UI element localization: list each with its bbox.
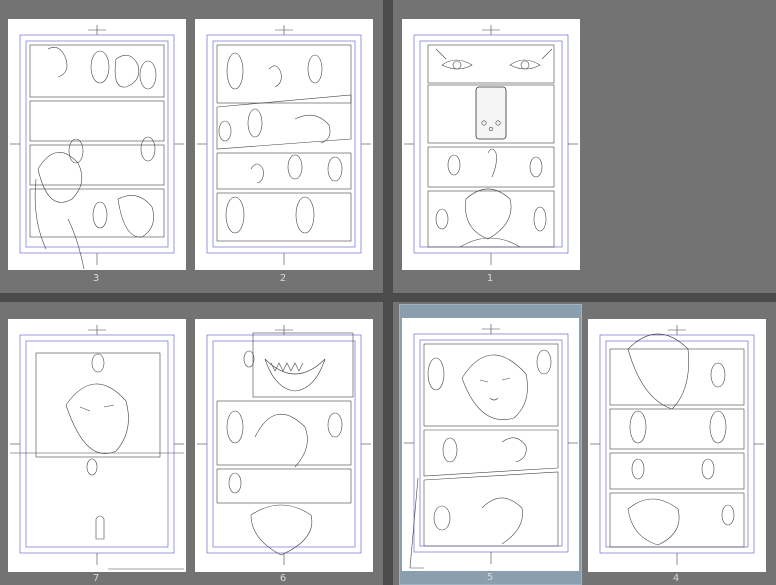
page-thumbnail-4[interactable]: 4: [582, 302, 776, 585]
page-canvas: [195, 19, 373, 270]
page-thumbnail-3[interactable]: 3: [0, 0, 193, 293]
page-sketch: [10, 325, 184, 570]
page-canvas: [588, 319, 766, 572]
page-canvas: [8, 319, 186, 572]
page-thumbnail-5[interactable]: 5: [399, 304, 582, 585]
horizontal-divider: [0, 293, 776, 302]
page-number-label: 5: [486, 572, 494, 583]
page-canvas: [402, 19, 580, 270]
page-number-label: 4: [672, 573, 680, 584]
page-canvas: [8, 19, 186, 270]
page-sketch: [197, 25, 371, 265]
page-thumbnail-1[interactable]: 1: [393, 0, 586, 293]
page-sketch: [404, 324, 578, 569]
page-number-label: 3: [92, 273, 100, 284]
page-sketch: [590, 325, 764, 565]
page-thumbnail-2[interactable]: 2: [188, 0, 383, 293]
page-canvas: [402, 318, 579, 571]
page-manager-window: 3 2 1 7 6 5 4: [0, 0, 776, 585]
page-thumbnail-6[interactable]: 6: [188, 302, 383, 585]
page-sketch: [197, 325, 371, 565]
page-number-label: 2: [279, 273, 287, 284]
page-thumbnail-7[interactable]: 7: [0, 302, 193, 585]
page-number-label: 7: [92, 573, 100, 584]
page-number-label: 6: [279, 573, 287, 584]
page-number-label: 1: [486, 273, 494, 284]
page-sketch: [10, 25, 184, 270]
page-canvas: [195, 319, 373, 572]
page-sketch: [404, 25, 578, 265]
